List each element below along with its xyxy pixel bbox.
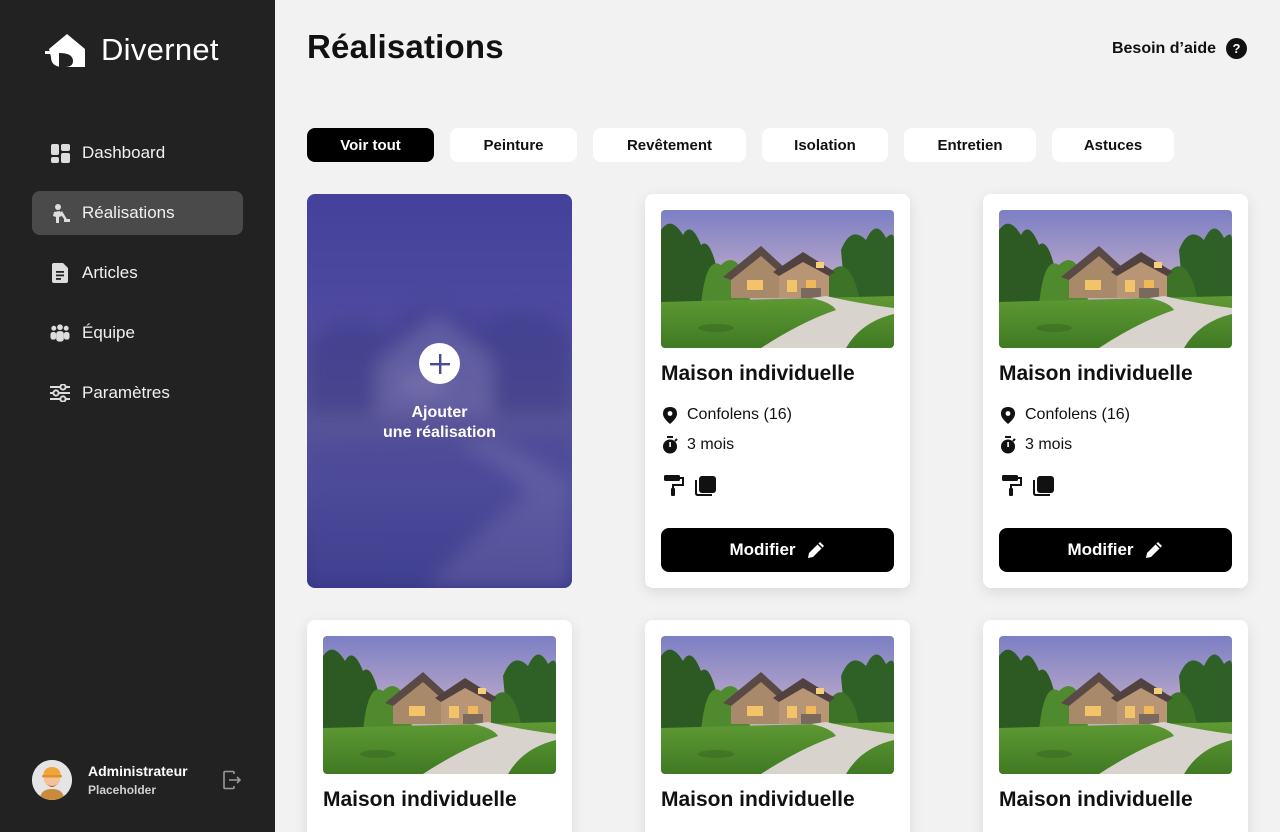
project-duration: 3 mois xyxy=(661,436,734,454)
project-title: Maison individuelle xyxy=(661,362,855,385)
add-project-label-line2: une réalisation xyxy=(383,424,496,441)
project-tools xyxy=(663,474,727,496)
coating-icon xyxy=(1033,476,1054,496)
worker-icon xyxy=(50,203,70,223)
stopwatch-icon xyxy=(999,436,1017,454)
document-icon xyxy=(50,263,70,283)
user-info: Administrateur Placeholder xyxy=(88,761,221,799)
project-card: Maison individuelle Confolens (16) 3 moi… xyxy=(983,194,1248,588)
project-photo[interactable] xyxy=(999,636,1232,774)
location-text: Confolens (16) xyxy=(687,406,792,423)
help-link[interactable]: Besoin d’aide ? xyxy=(1112,38,1247,59)
sliders-icon xyxy=(50,383,70,403)
project-photo[interactable] xyxy=(999,210,1232,348)
sidebar-item-label: Équipe xyxy=(82,323,135,342)
filter-entretien[interactable]: Entretien xyxy=(904,128,1036,162)
filter-voir-tout[interactable]: Voir tout xyxy=(307,128,434,162)
logout-button[interactable] xyxy=(221,769,243,791)
project-photo[interactable] xyxy=(323,636,556,774)
sidebar-item-dashboard[interactable]: Dashboard xyxy=(32,131,243,175)
sidebar-item-label: Articles xyxy=(82,263,138,282)
location-text: Confolens (16) xyxy=(1025,406,1130,423)
stopwatch-icon xyxy=(661,436,679,454)
add-project-card[interactable]: Ajouter une réalisation xyxy=(307,194,572,588)
project-card: Maison individuelle xyxy=(645,620,910,832)
sidebar-item-label: Dashboard xyxy=(82,143,166,162)
duration-text: 3 mois xyxy=(1025,436,1073,453)
brand[interactable]: Divernet xyxy=(45,30,219,70)
paint-roller-icon xyxy=(1002,475,1022,496)
pencil-icon xyxy=(807,542,824,558)
user-name: Administrateur xyxy=(88,763,188,779)
sidebar: Divernet Dashboard Réalisations Articles… xyxy=(0,0,275,832)
filter-revetement[interactable]: Revêtement xyxy=(593,128,746,162)
filter-astuces[interactable]: Astuces xyxy=(1052,128,1174,162)
project-title: Maison individuelle xyxy=(999,788,1193,811)
brand-name: Divernet xyxy=(101,32,219,67)
paint-roller-icon xyxy=(664,475,684,496)
edit-button-label: Modifier xyxy=(1067,540,1134,559)
filter-peinture[interactable]: Peinture xyxy=(450,128,577,162)
project-title: Maison individuelle xyxy=(323,788,517,811)
project-location: Confolens (16) xyxy=(999,406,1130,424)
sidebar-item-realisations[interactable]: Réalisations xyxy=(32,191,243,235)
avatar[interactable] xyxy=(32,760,72,800)
location-pin-icon xyxy=(661,406,679,424)
location-pin-icon xyxy=(999,406,1017,424)
sidebar-item-parametres[interactable]: Paramètres xyxy=(32,371,243,415)
blurred-house-background xyxy=(307,306,572,588)
coating-icon xyxy=(695,476,716,496)
project-location: Confolens (16) xyxy=(661,406,792,424)
house-logo-icon xyxy=(45,34,85,67)
pencil-icon xyxy=(1145,542,1162,558)
help-label: Besoin d’aide xyxy=(1111,39,1216,57)
plus-icon xyxy=(419,343,460,384)
sidebar-item-articles[interactable]: Articles xyxy=(32,251,243,295)
project-card: Maison individuelle Confolens (16) 3 moi… xyxy=(645,194,910,588)
filter-bar: Voir tout Peinture Revêtement Isolation … xyxy=(307,128,1190,162)
sidebar-item-label: Paramètres xyxy=(82,383,170,402)
logout-icon xyxy=(223,770,242,790)
page-title: Réalisations xyxy=(307,28,504,65)
dashboard-icon xyxy=(50,143,70,163)
sidebar-item-equipe[interactable]: Équipe xyxy=(32,311,243,355)
user-role: Placeholder xyxy=(88,783,157,797)
filter-isolation[interactable]: Isolation xyxy=(762,128,888,162)
project-title: Maison individuelle xyxy=(661,788,855,811)
help-icon: ? xyxy=(1226,38,1247,59)
add-project-label-line1: Ajouter xyxy=(411,404,468,421)
project-tools xyxy=(1001,474,1065,496)
project-title: Maison individuelle xyxy=(999,362,1193,385)
sidebar-item-label: Réalisations xyxy=(82,203,175,222)
team-icon xyxy=(50,323,70,343)
edit-button-label: Modifier xyxy=(729,540,796,559)
edit-button[interactable]: Modifier xyxy=(661,528,894,572)
project-photo[interactable] xyxy=(661,636,894,774)
user-profile: Administrateur Placeholder xyxy=(32,760,243,800)
project-duration: 3 mois xyxy=(999,436,1072,454)
sidebar-nav: Dashboard Réalisations Articles Équipe P… xyxy=(32,131,243,431)
project-card: Maison individuelle xyxy=(307,620,572,832)
duration-text: 3 mois xyxy=(687,436,735,453)
edit-button[interactable]: Modifier xyxy=(999,528,1232,572)
project-photo[interactable] xyxy=(661,210,894,348)
project-card: Maison individuelle xyxy=(983,620,1248,832)
